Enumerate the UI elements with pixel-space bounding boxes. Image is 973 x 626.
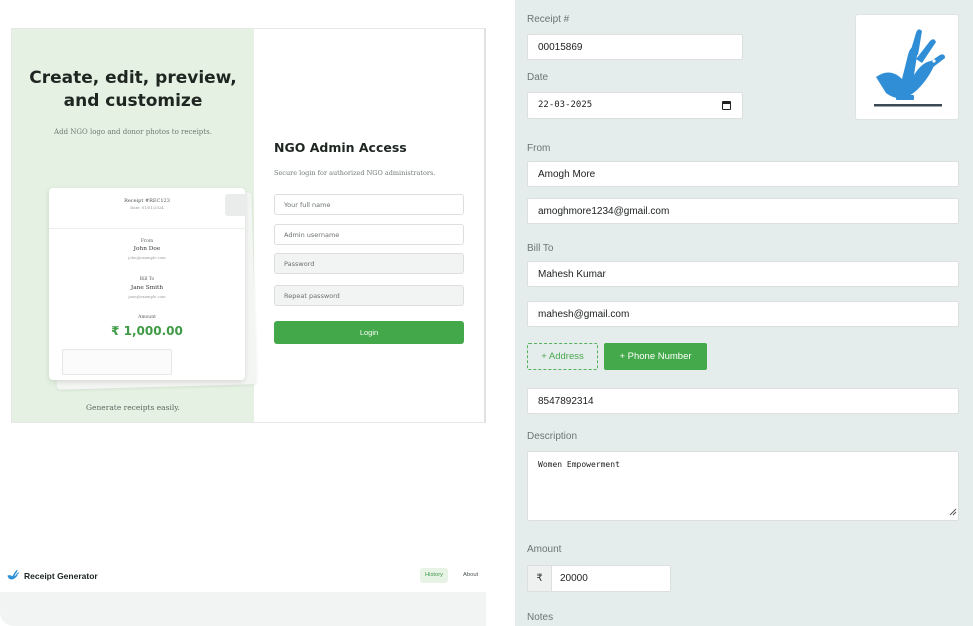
from-email-input[interactable] [527, 198, 959, 224]
login-title: NGO Admin Access [274, 140, 407, 155]
nav-history-link[interactable]: History [420, 568, 449, 583]
sample-notes-box [62, 349, 172, 375]
sample-receipt-date: Date: 01/01/2024 [130, 205, 164, 210]
sample-bill-to-label: Bill To [139, 277, 155, 282]
resize-handle-icon[interactable] [949, 508, 957, 516]
amount-field: ₹ [527, 565, 671, 592]
sample-from-email: john@example.com [128, 255, 166, 260]
brand-name[interactable]: Receipt Generator [24, 571, 98, 581]
calendar-icon[interactable] [722, 101, 731, 110]
username-input[interactable] [274, 224, 464, 245]
amount-label: Amount [527, 544, 562, 555]
receipt-form-panel: Receipt # Date 22-03-2025 From Bill To +… [515, 0, 973, 626]
repeat-password-input[interactable] [274, 285, 464, 306]
promo-subtitle: Add NGO logo and donor photos to receipt… [54, 128, 212, 136]
description-textarea[interactable]: Women Empowerment [527, 451, 959, 521]
from-label: From [527, 143, 551, 154]
sample-bill-to-email: jane@example.com [128, 294, 166, 299]
rupee-symbol: ₹ [527, 565, 551, 592]
password-input[interactable] [274, 253, 464, 274]
bill-to-name-input[interactable] [527, 261, 959, 287]
from-name-input[interactable] [527, 161, 959, 187]
hand-dove-icon[interactable] [6, 568, 20, 582]
full-name-input[interactable] [274, 194, 464, 215]
notes-label: Notes [527, 612, 554, 623]
login-card: Create, edit, preview, and customize Add… [11, 28, 486, 423]
add-address-button[interactable]: + Address [527, 343, 598, 370]
sample-logo-placeholder [225, 194, 247, 216]
bill-to-label: Bill To [527, 243, 554, 254]
promo-footer: Generate receipts easily. [86, 403, 180, 412]
ngo-logo-upload[interactable] [855, 14, 959, 120]
receipt-number-label: Receipt # [527, 14, 570, 25]
sample-from-name: John Doe [133, 246, 161, 252]
nav-about-link[interactable]: About [463, 568, 478, 583]
sample-from-label: From [140, 239, 154, 244]
date-value: 22-03-2025 [538, 100, 593, 110]
login-button[interactable]: Login [274, 321, 464, 344]
sample-receipt-header: Receipt #REC123 Date: 01/01/2024 [49, 188, 247, 229]
sample-amount-value: ₹ 1,000.00 [111, 324, 183, 338]
sample-receipt-number: Receipt #REC123 [124, 198, 170, 204]
login-subtitle: Secure login for authorized NGO administ… [274, 169, 436, 177]
sample-receipt: Receipt #REC123 Date: 01/01/2024 From Jo… [49, 188, 247, 380]
navbar: Receipt Generator History About [0, 560, 486, 592]
sample-bill-to-name: Jane Smith [130, 285, 164, 291]
hand-dove-icon [874, 29, 945, 107]
phone-number-input[interactable] [527, 388, 959, 414]
sample-amount-label: Amount [138, 315, 156, 320]
add-phone-button[interactable]: + Phone Number [604, 343, 707, 370]
receipt-number-input[interactable] [527, 34, 743, 60]
bill-to-email-input[interactable] [527, 301, 959, 327]
date-input[interactable]: 22-03-2025 [527, 92, 743, 119]
promo-panel: Create, edit, preview, and customize Add… [12, 29, 257, 422]
promo-title: Create, edit, preview, and customize [29, 68, 237, 111]
date-label: Date [527, 72, 549, 83]
amount-input[interactable] [551, 565, 671, 592]
page-footer-strip [0, 592, 486, 626]
description-label: Description [527, 431, 578, 442]
